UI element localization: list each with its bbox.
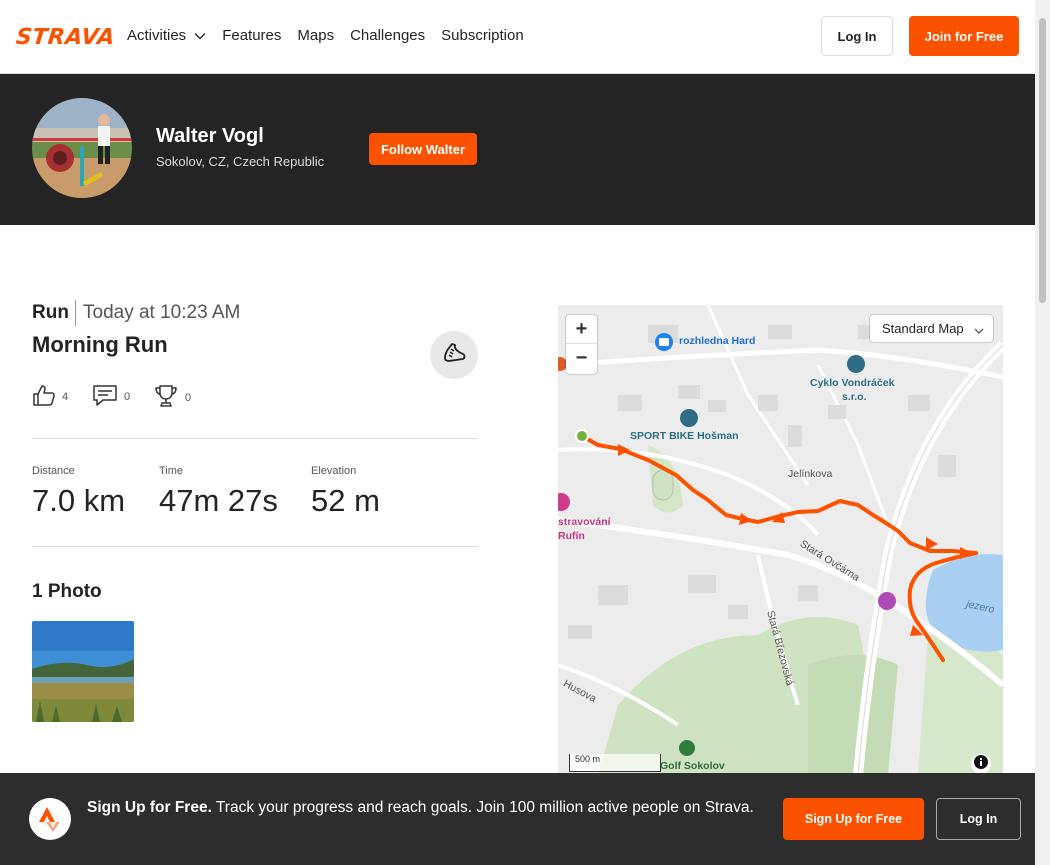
- stat-label: Distance: [32, 465, 75, 477]
- footer-login-button[interactable]: Log In: [936, 798, 1021, 840]
- divider: [75, 300, 76, 326]
- achievements-count: 0: [185, 391, 192, 404]
- stat-distance: Distance 7.0 km: [32, 465, 125, 519]
- map-style-label: Standard Map: [882, 321, 964, 336]
- trophy-icon: [153, 383, 179, 412]
- signup-button[interactable]: Sign Up for Free: [783, 798, 924, 840]
- nav-features[interactable]: Features: [222, 24, 281, 46]
- stat-value: 47m 27s: [159, 483, 278, 518]
- nav-activities[interactable]: Activities: [127, 24, 206, 46]
- divider: [32, 438, 478, 439]
- route-map[interactable]: rozhledna Hard Café Cyklo Vondráček s.r.…: [558, 305, 1003, 775]
- map-info-button[interactable]: [971, 754, 991, 774]
- map-label: SPORT BIKE Hošman: [630, 430, 739, 442]
- map-style-select[interactable]: Standard Map: [870, 315, 993, 342]
- nav-maps[interactable]: Maps: [297, 24, 334, 46]
- strava-logo-icon: [29, 798, 71, 840]
- top-nav: STRAVA Activities Features Maps Challeng…: [0, 0, 1035, 74]
- map-canvas[interactable]: [558, 305, 1003, 775]
- signup-description: Track your progress and reach goals. Joi…: [215, 799, 754, 816]
- chevron-down-icon: [974, 323, 984, 338]
- shoe-button[interactable]: [430, 331, 478, 379]
- stat-time: Time 47m 27s: [159, 465, 278, 519]
- kudos-button[interactable]: 4: [32, 383, 68, 410]
- map-label: Golf Sokolov: [660, 760, 725, 772]
- map-label: rozhledna Hard: [679, 335, 756, 347]
- avatar[interactable]: [32, 98, 132, 198]
- scrollbar[interactable]: [1035, 0, 1050, 865]
- nav-challenges[interactable]: Challenges: [350, 24, 425, 46]
- scrollbar-thumb[interactable]: [1039, 18, 1046, 303]
- zoom-out-button[interactable]: −: [566, 344, 597, 373]
- signup-headline: Sign Up for Free.: [87, 799, 212, 816]
- zoom-in-button[interactable]: +: [566, 315, 597, 344]
- kudos-count: 4: [62, 390, 69, 403]
- comments-count: 0: [124, 390, 131, 403]
- nav-activities-label: Activities: [127, 26, 187, 44]
- signup-text: Sign Up for Free. Track your progress an…: [87, 797, 757, 819]
- athlete-name[interactable]: Walter Vogl: [156, 125, 264, 148]
- info-icon: [974, 754, 988, 774]
- athlete-header: Walter Vogl Sokolov, CZ, Czech Republic …: [0, 74, 1035, 225]
- map-label: stravování: [558, 516, 611, 528]
- stat-value: 7.0 km: [32, 483, 126, 518]
- login-button[interactable]: Log In: [821, 16, 893, 56]
- stat-label: Time: [159, 465, 184, 477]
- divider: [32, 546, 478, 547]
- map-scale: 500 m: [569, 754, 661, 772]
- activity-date: Today at 10:23 AM: [83, 302, 241, 323]
- stat-elevation: Elevation 52 m: [311, 465, 380, 519]
- strava-logo[interactable]: STRAVA: [15, 25, 117, 50]
- map-label: Rufín: [558, 530, 585, 542]
- thumbs-up-icon: [32, 383, 56, 410]
- activity-title: Morning Run: [32, 332, 168, 357]
- zoom-control: + −: [566, 315, 597, 374]
- join-button[interactable]: Join for Free: [909, 16, 1019, 56]
- signup-banner: Sign Up for Free. Track your progress an…: [0, 773, 1035, 865]
- photos-heading: 1 Photo: [32, 581, 102, 602]
- nav-subscription[interactable]: Subscription: [441, 24, 524, 46]
- map-label: Jelínkova: [788, 468, 833, 480]
- shoe-icon: [441, 340, 467, 371]
- map-label: s.r.o.: [842, 391, 867, 403]
- achievements-button[interactable]: 0: [153, 383, 191, 412]
- photo-thumbnail[interactable]: [32, 621, 134, 722]
- stat-value: 52 m: [311, 483, 380, 518]
- map-label: Cyklo Vondráček: [810, 377, 895, 389]
- athlete-location: Sokolov, CZ, Czech Republic: [156, 154, 325, 169]
- main-nav: Activities Features Maps Challenges Subs…: [127, 24, 540, 46]
- chevron-down-icon: [194, 27, 206, 44]
- follow-button[interactable]: Follow Walter: [369, 133, 477, 165]
- stat-label: Elevation: [311, 465, 357, 477]
- page: STRAVA Activities Features Maps Challeng…: [0, 0, 1050, 865]
- activity-type: Run: [32, 302, 69, 323]
- comments-button[interactable]: 0: [92, 383, 130, 410]
- comment-icon: [92, 383, 118, 410]
